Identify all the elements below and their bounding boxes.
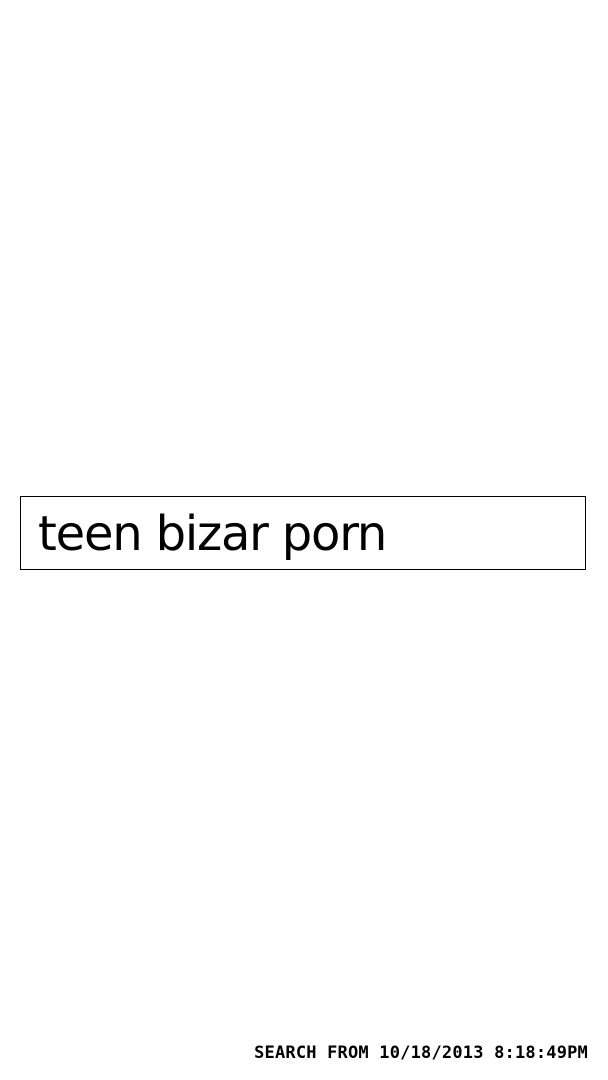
search-timestamp-caption: SEARCH FROM 10/18/2013 8:18:49PM [254, 1043, 588, 1063]
search-box[interactable]: teen bizar porn [20, 496, 586, 570]
search-query-text: teen bizar porn [38, 506, 387, 562]
